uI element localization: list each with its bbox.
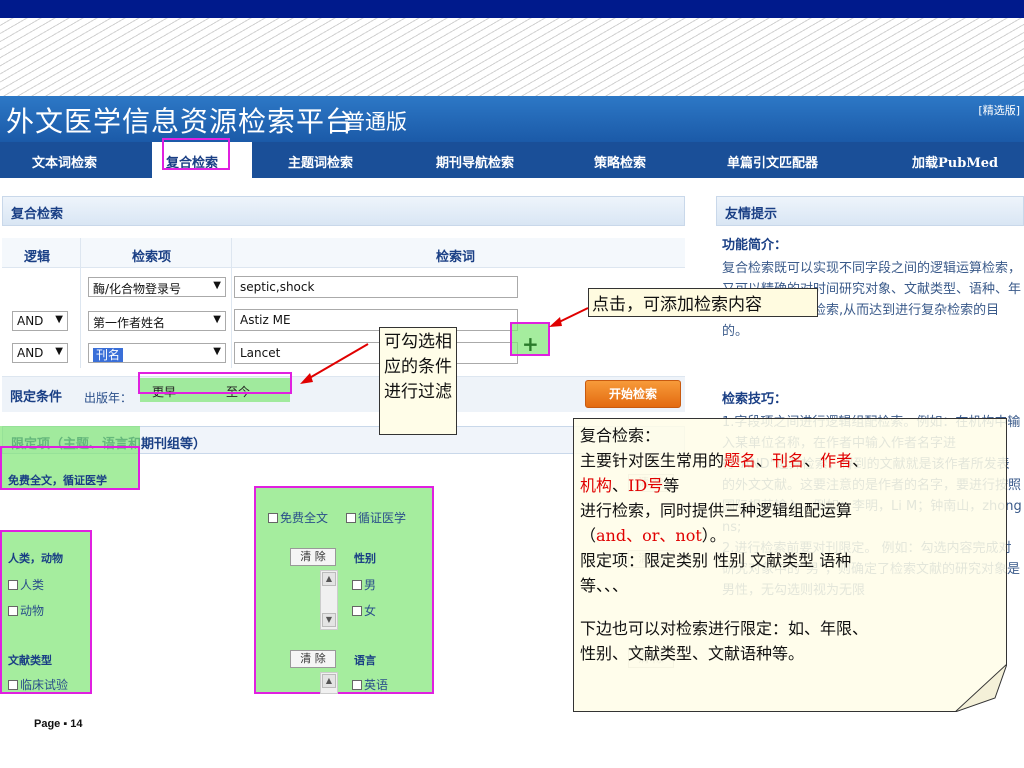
note-kw-author: 作者 xyxy=(820,451,853,470)
filter-hint-callout: 可勾选相应的条件进行过滤 xyxy=(379,327,457,435)
note-spacer xyxy=(580,598,1000,616)
note-line-6: 限定项：限定类别 性别 文献类型 语种 xyxy=(580,551,852,570)
note-line-2: 主要针对医生常用的题名、刊名、作者、 xyxy=(580,448,1000,473)
note-line-7: 等、、、 xyxy=(580,576,629,595)
note-kw-ops: and、or、not xyxy=(596,526,702,545)
note-line-9: 性别、文献类型、文献语种等。 xyxy=(580,644,805,663)
note-sep-2: 、 xyxy=(804,451,821,470)
compound-note-callout: 复合检索： 主要针对医生常用的题名、刊名、作者、 机构、ID号等 进行检索，同时… xyxy=(573,418,1007,712)
note-sep-3: 、 xyxy=(852,451,869,470)
note-kw-id: ID号 xyxy=(628,476,664,495)
note-kw-org: 机构 xyxy=(580,476,613,495)
page-curl-icon xyxy=(955,664,1007,712)
note-line-8: 下边也可以对检索进行限定：如、年限、 xyxy=(580,619,869,638)
page-number: Page ▪ 14 xyxy=(34,718,83,730)
filter-hint-text: 可勾选相应的条件进行过滤 xyxy=(384,332,452,402)
note-line-5: （and、or、not）。 xyxy=(580,523,1000,548)
note-line-5-a: （ xyxy=(580,526,597,545)
note-line-5-c: ）。 xyxy=(701,526,726,545)
note-kw-title: 题名 xyxy=(724,451,757,470)
note-line-3: 机构、ID号等 xyxy=(580,473,1000,498)
note-sep-1: 、 xyxy=(756,451,773,470)
note-line-2-a: 主要针对医生常用的 xyxy=(580,451,725,470)
note-kw-journal: 刊名 xyxy=(772,451,805,470)
note-sep-4: 、 xyxy=(612,476,629,495)
note-line-1: 复合检索： xyxy=(580,426,661,445)
note-line-3-d: 等 xyxy=(663,476,680,495)
note-line-4: 进行检索，同时提供三种逻辑组配运算 xyxy=(580,501,853,520)
